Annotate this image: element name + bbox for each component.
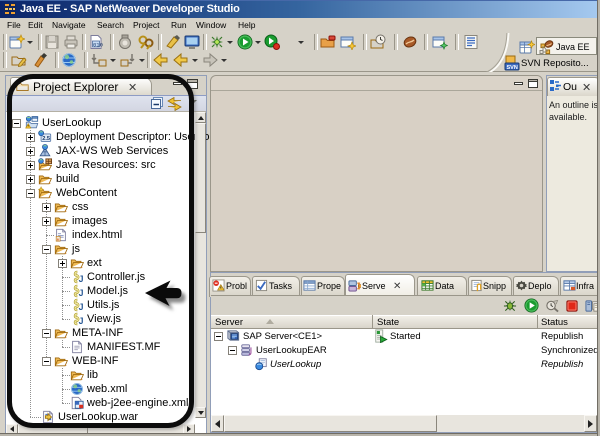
svg-text:010: 010 [93, 42, 103, 49]
svg-text:SVN: SVN [507, 65, 518, 71]
